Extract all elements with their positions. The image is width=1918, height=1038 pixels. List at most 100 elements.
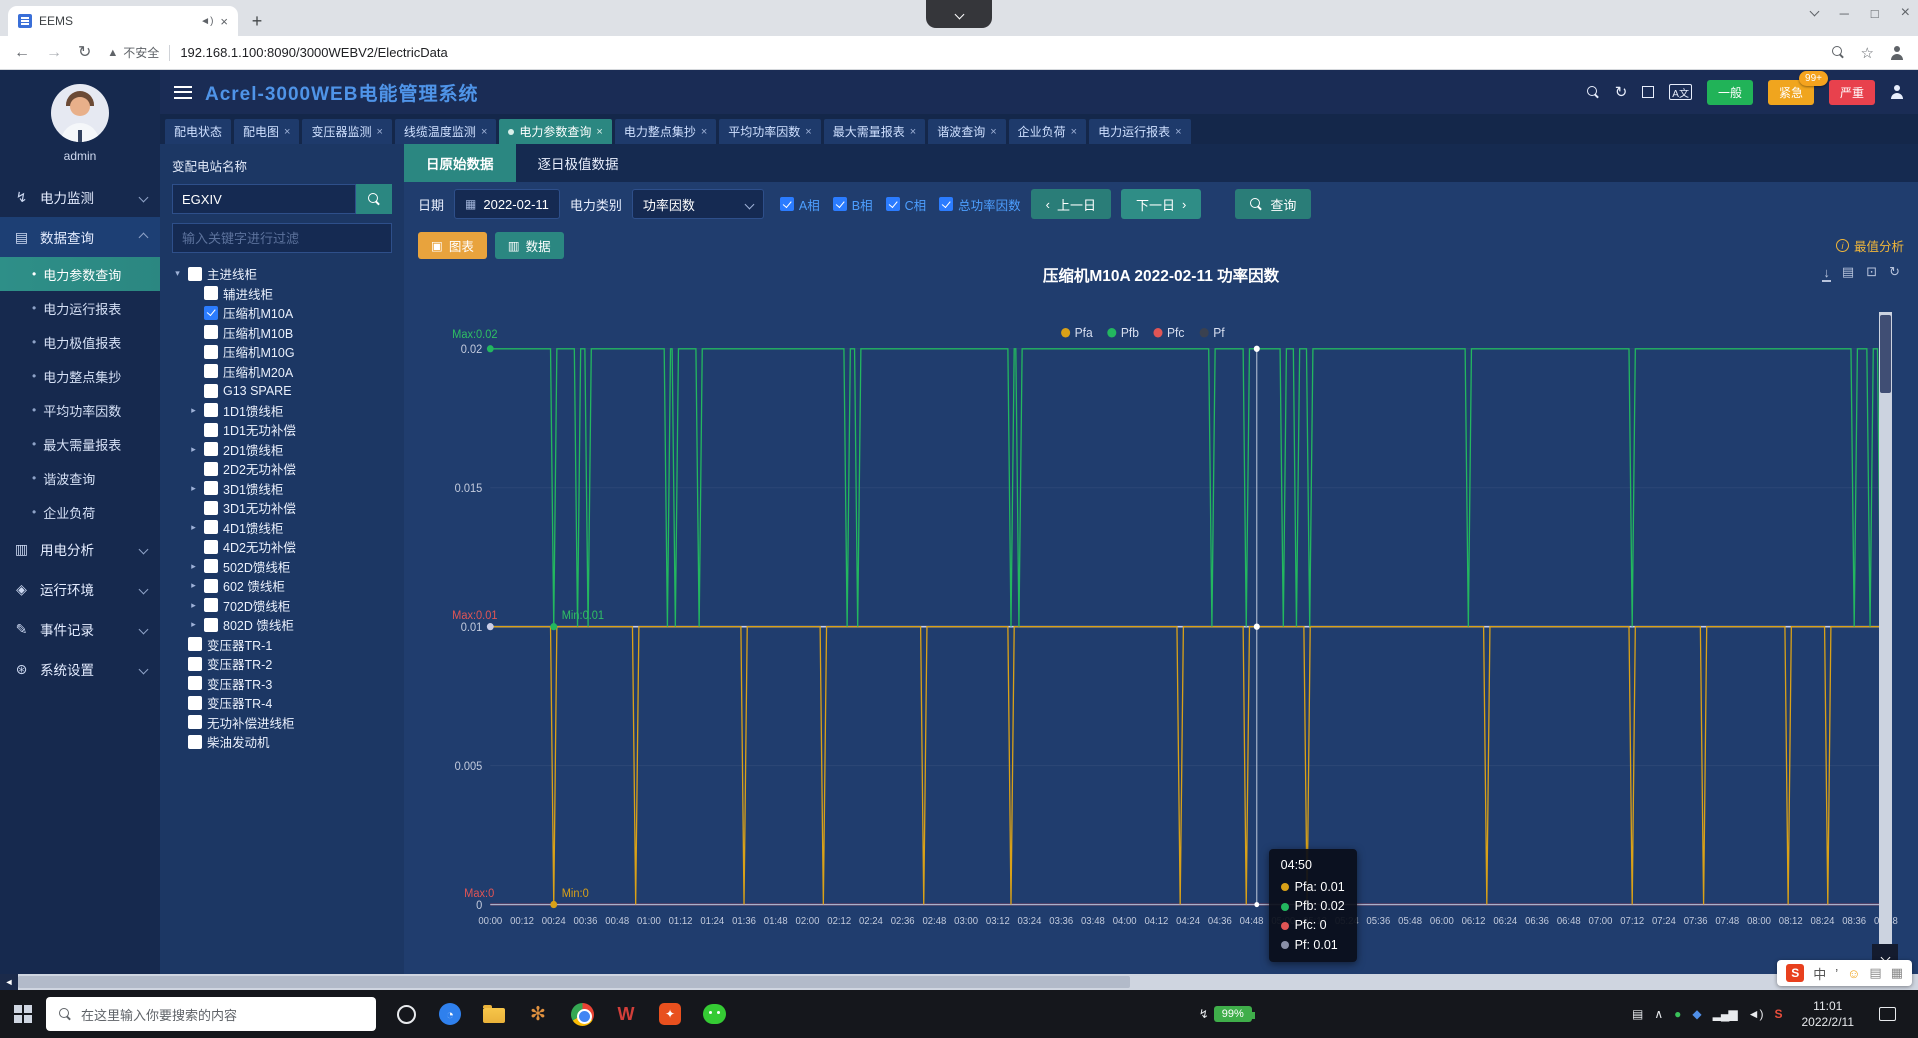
- cortana-button[interactable]: [384, 990, 428, 1038]
- sidebar-subitem-电力整点集抄[interactable]: 电力整点集抄: [0, 359, 160, 393]
- nav-tab-线缆温度监测[interactable]: 线缆温度监测×: [395, 119, 496, 144]
- tree-expander-closed-icon[interactable]: ▸: [188, 561, 199, 572]
- checkbox[interactable]: [939, 197, 953, 211]
- tree-node-602 馈线柜[interactable]: ▸602 馈线柜: [172, 576, 392, 596]
- sidebar-item-系统设置[interactable]: ⊛系统设置: [0, 649, 160, 689]
- tree-checkbox[interactable]: [188, 696, 202, 710]
- phase-checkbox-C相[interactable]: C相: [886, 195, 927, 214]
- scrollbar-thumb[interactable]: [18, 976, 1130, 988]
- next-day-button[interactable]: 下一日 ›: [1121, 189, 1201, 219]
- maximize-button[interactable]: □: [1871, 6, 1879, 21]
- checkbox[interactable]: [886, 197, 900, 211]
- tree-node-变压器TR-4[interactable]: 变压器TR-4: [172, 693, 392, 713]
- nav-tab-谐波查询[interactable]: 谐波查询×: [928, 119, 1005, 144]
- restore-icon[interactable]: ⊡: [1866, 264, 1877, 280]
- punctuation-toggle[interactable]: ’: [1835, 966, 1838, 981]
- tree-checkbox[interactable]: [188, 267, 202, 281]
- emoji-icon[interactable]: ☺: [1847, 966, 1860, 981]
- app-orange-button[interactable]: ✦: [648, 990, 692, 1038]
- tree-expander-open-icon[interactable]: ▾: [172, 268, 183, 279]
- close-tab-icon[interactable]: ×: [910, 126, 916, 138]
- tree-node-1D1馈线柜[interactable]: ▸1D1馈线柜: [172, 401, 392, 421]
- subtab-逐日极值数据[interactable]: 逐日极值数据: [516, 144, 641, 182]
- tree-checkbox[interactable]: [204, 618, 218, 632]
- back-icon[interactable]: ←: [14, 45, 30, 61]
- prev-day-button[interactable]: ‹ 上一日: [1031, 189, 1111, 219]
- tree-node-无功补偿进线柜[interactable]: 无功补偿进线柜: [172, 713, 392, 733]
- tree-checkbox[interactable]: [204, 462, 218, 476]
- tree-checkbox[interactable]: [204, 423, 218, 437]
- clock[interactable]: 11:01 2022/2/11: [1794, 998, 1863, 1030]
- wps-button[interactable]: W: [604, 990, 648, 1038]
- tree-node-G13 SPARE[interactable]: G13 SPARE: [172, 381, 392, 401]
- tree-checkbox[interactable]: [188, 676, 202, 690]
- sidebar-subitem-平均功率因数[interactable]: 平均功率因数: [0, 393, 160, 427]
- close-button[interactable]: ×: [1901, 4, 1910, 22]
- tree-expander-closed-icon[interactable]: ▸: [188, 522, 199, 533]
- data-view-icon[interactable]: ▤: [1842, 264, 1854, 280]
- tree-expander-closed-icon[interactable]: ▸: [188, 483, 199, 494]
- sidebar-subitem-谐波查询[interactable]: 谐波查询: [0, 461, 160, 495]
- tree-checkbox[interactable]: [188, 715, 202, 729]
- tree-checkbox[interactable]: [204, 481, 218, 495]
- tree-expander-closed-icon[interactable]: ▸: [188, 600, 199, 611]
- tree-checkbox[interactable]: [204, 325, 218, 339]
- close-tab-icon[interactable]: ×: [990, 126, 996, 138]
- tree-expander-closed-icon[interactable]: ▸: [188, 580, 199, 591]
- tree-checkbox[interactable]: [204, 520, 218, 534]
- ime-mode-toggle[interactable]: 中: [1813, 964, 1826, 983]
- station-search-button[interactable]: [356, 184, 392, 214]
- tree-node-柴油发动机[interactable]: 柴油发动机: [172, 732, 392, 752]
- tree-checkbox[interactable]: [204, 598, 218, 612]
- refresh-icon[interactable]: ↻: [1889, 264, 1900, 280]
- nav-tab-配电图[interactable]: 配电图×: [234, 119, 299, 144]
- reload-icon[interactable]: ↻: [78, 45, 91, 61]
- start-button[interactable]: [0, 990, 46, 1038]
- nav-tab-电力运行报表[interactable]: 电力运行报表×: [1089, 119, 1190, 144]
- sidebar-subitem-电力极值报表[interactable]: 电力极值报表: [0, 325, 160, 359]
- ime-toolbox-icon[interactable]: ▦: [1891, 965, 1903, 981]
- close-tab-icon[interactable]: ×: [1175, 126, 1181, 138]
- close-tab-icon[interactable]: ×: [376, 126, 382, 138]
- power-factor-chart[interactable]: 0.020.0150.010.005000:0000:1200:2400:360…: [418, 290, 1904, 974]
- tree-checkbox[interactable]: [188, 637, 202, 651]
- tree-node-3D1馈线柜[interactable]: ▸3D1馈线柜: [172, 479, 392, 499]
- tree-checkbox[interactable]: [188, 735, 202, 749]
- checkbox[interactable]: [833, 197, 847, 211]
- scroll-left-button[interactable]: ◄: [0, 974, 18, 990]
- avatar[interactable]: [51, 84, 109, 142]
- nav-tab-企业负荷[interactable]: 企业负荷×: [1009, 119, 1086, 144]
- date-input[interactable]: ▦ 2022-02-11: [454, 189, 560, 219]
- sidebar-subitem-企业负荷[interactable]: 企业负荷: [0, 495, 160, 529]
- tree-checkbox[interactable]: [204, 345, 218, 359]
- nav-tab-电力整点集抄[interactable]: 电力整点集抄×: [615, 119, 716, 144]
- wechat-button[interactable]: [692, 990, 736, 1038]
- close-tab-icon[interactable]: ×: [1071, 126, 1077, 138]
- tree-checkbox[interactable]: [204, 559, 218, 573]
- notification-center-icon[interactable]: [1879, 1007, 1896, 1021]
- sidebar-subitem-电力参数查询[interactable]: 电力参数查询: [0, 257, 160, 291]
- close-tab-icon[interactable]: ×: [596, 126, 602, 138]
- sogou-logo-icon[interactable]: S: [1786, 964, 1804, 982]
- pinwheel-app-button[interactable]: ✻: [516, 990, 560, 1038]
- tree-expander-closed-icon[interactable]: ▸: [188, 405, 199, 416]
- tree-checkbox[interactable]: [204, 286, 218, 300]
- tree-checkbox[interactable]: [204, 579, 218, 593]
- taskbar-search[interactable]: 在这里输入你要搜索的内容: [46, 997, 376, 1031]
- url-field[interactable]: ▲ 不安全 192.168.1.100:8090/3000WEBV2/Elect…: [107, 44, 1815, 61]
- bookmark-star-icon[interactable]: ☆: [1861, 44, 1874, 62]
- minimize-button[interactable]: ─: [1840, 6, 1849, 21]
- close-tab-icon[interactable]: ×: [805, 126, 811, 138]
- tree-node-辅进线柜[interactable]: 辅进线柜: [172, 284, 392, 304]
- phase-checkbox-B相[interactable]: B相: [833, 195, 873, 214]
- nav-tab-变压器监测[interactable]: 变压器监测×: [302, 119, 391, 144]
- tray-green-app-icon[interactable]: ●: [1674, 1007, 1681, 1021]
- tree-node-变压器TR-1[interactable]: 变压器TR-1: [172, 635, 392, 655]
- file-explorer-button[interactable]: [472, 990, 516, 1038]
- menu-toggle-icon[interactable]: [174, 86, 192, 99]
- hidden-icons-chevron[interactable]: ∧: [1654, 1007, 1663, 1021]
- clock-app-button[interactable]: ◔: [428, 990, 472, 1038]
- tree-node-802D 馈线柜[interactable]: ▸802D 馈线柜: [172, 615, 392, 635]
- checkbox[interactable]: [780, 197, 794, 211]
- tree-checkbox[interactable]: [204, 403, 218, 417]
